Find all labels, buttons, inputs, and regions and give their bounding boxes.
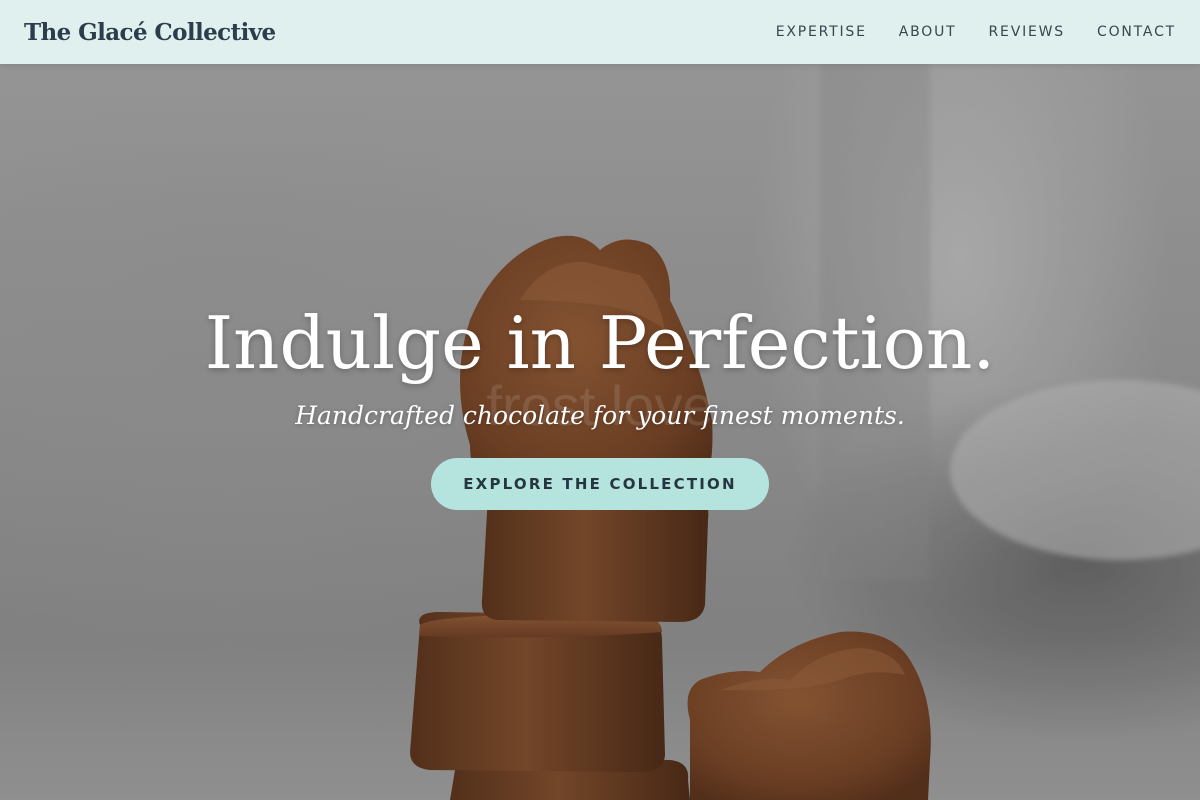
nav-link-expertise[interactable]: EXPERTISE — [776, 24, 867, 40]
nav-link-contact[interactable]: CONTACT — [1097, 24, 1176, 40]
explore-collection-button[interactable]: EXPLORE THE COLLECTION — [431, 458, 769, 510]
hero-content: Indulge in Perfection. Handcrafted choco… — [0, 300, 1200, 510]
main-nav: EXPERTISE ABOUT REVIEWS CONTACT — [776, 24, 1176, 40]
hero-tagline: Handcrafted chocolate for your finest mo… — [295, 401, 905, 430]
nav-link-reviews[interactable]: REVIEWS — [989, 24, 1065, 40]
site-header: The Glacé Collective EXPERTISE ABOUT REV… — [0, 0, 1200, 64]
hero-headline: Indulge in Perfection. — [204, 301, 996, 385]
nav-link-about[interactable]: ABOUT — [899, 24, 957, 40]
brand-logo[interactable]: The Glacé Collective — [24, 19, 276, 46]
